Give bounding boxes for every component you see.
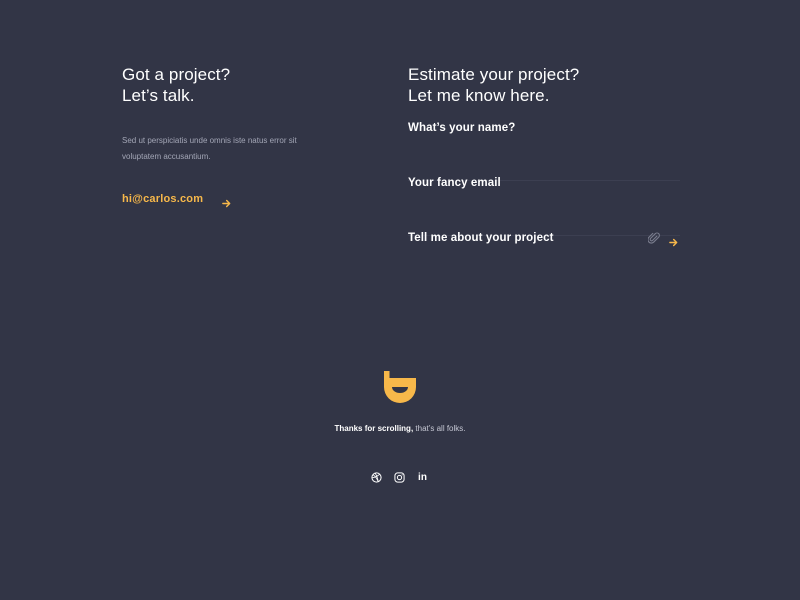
instagram-icon[interactable] [394,472,405,483]
name-field[interactable]: What’s your name? [408,122,684,182]
project-field[interactable]: Tell me about your project [408,232,684,293]
submit-arrow-icon[interactable] [669,234,678,247]
social-links: in [371,472,428,483]
email-field[interactable]: Your fancy email [408,177,684,237]
arrow-right-icon[interactable] [222,195,231,207]
name-input[interactable] [408,126,684,182]
linkedin-icon[interactable]: in [417,472,428,483]
estimate-headline-line2: Let me know here. [408,86,550,105]
thanks-bold: Thanks for scrolling, [334,424,414,433]
thanks-rest: that’s all folks. [413,424,466,433]
email-link[interactable]: hi@carlos.com [122,193,203,205]
contact-headline-line2: Let’s talk. [122,86,195,105]
page: Got a project? Let’s talk. Sed ut perspi… [0,0,800,600]
dribbble-icon[interactable] [371,472,382,483]
thanks-text: Thanks for scrolling, that’s all folks. [0,424,800,433]
contact-headline-line1: Got a project? [122,65,231,84]
estimate-headline: Estimate your project? Let me know here. [408,64,680,106]
project-input[interactable] [408,236,684,293]
estimate-headline-line1: Estimate your project? [408,65,580,84]
contact-headline: Got a project? Let’s talk. [122,64,322,106]
contact-section: Got a project? Let’s talk. Sed ut perspi… [122,64,322,165]
estimate-section: Estimate your project? Let me know here.… [408,64,684,293]
contact-intro: Sed ut perspiciatis unde omnis iste natu… [122,136,297,161]
paperclip-icon[interactable] [647,231,660,245]
estimate-form: What’s your name? Your fancy email Tell … [408,122,684,293]
email-row: hi@carlos.com [122,193,231,207]
smile-logo [383,370,417,404]
email-input[interactable] [408,181,684,237]
